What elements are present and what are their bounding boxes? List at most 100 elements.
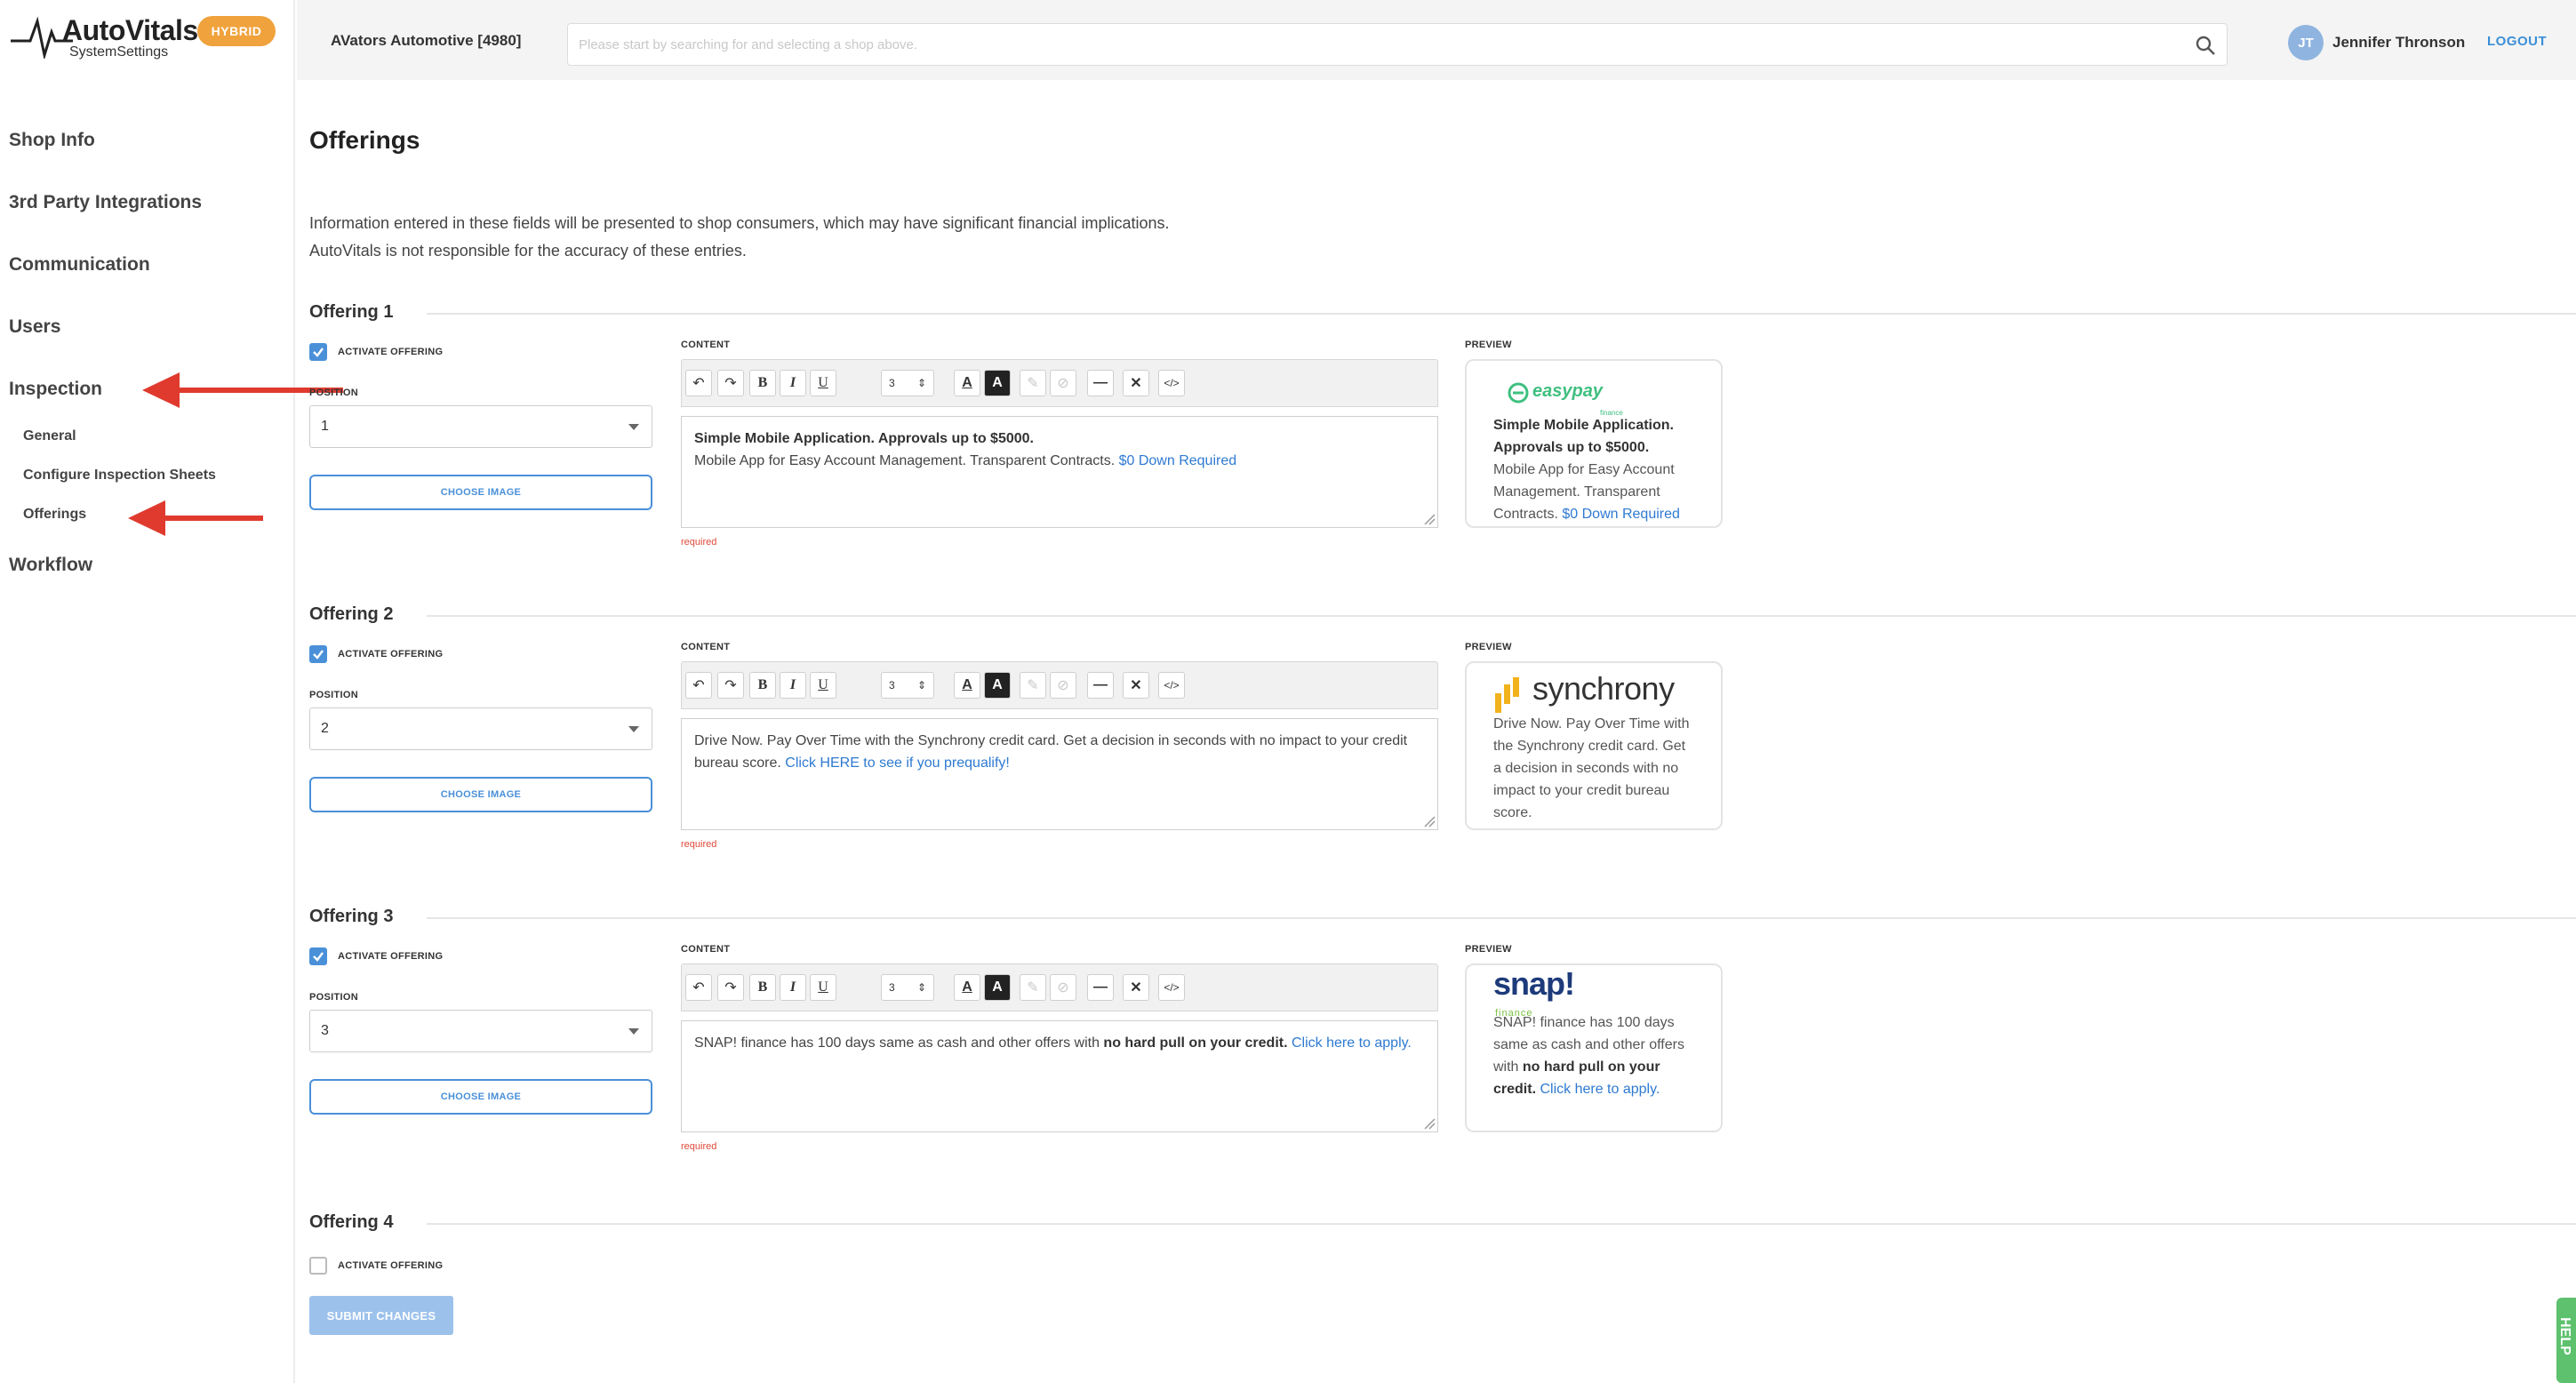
font-size-value: 3 (889, 377, 895, 389)
submit-changes-button[interactable]: SUBMIT CHANGES (309, 1296, 453, 1335)
code-view-icon[interactable]: </> (1158, 672, 1185, 699)
content-editor[interactable]: SNAP! finance has 100 days same as cash … (681, 1020, 1438, 1132)
content-editor[interactable]: Simple Mobile Application. Approvals up … (681, 416, 1438, 528)
hybrid-badge: HYBRID (197, 16, 276, 46)
redo-icon[interactable]: ↷ (717, 974, 744, 1001)
font-size-select[interactable]: 3 ⇕ (881, 672, 934, 699)
content-text: SNAP! finance has 100 days same as cash … (694, 1035, 1100, 1051)
position-value: 1 (321, 419, 329, 434)
underline-icon[interactable]: U (810, 370, 836, 396)
content-bold-text: Simple Mobile Application. Approvals up … (694, 431, 1034, 446)
check-icon (313, 952, 324, 962)
undo-icon[interactable]: ↶ (685, 672, 712, 699)
activate-offering-row: ACTIVATE OFFERING (309, 1257, 443, 1275)
sidebar-subitem-general[interactable]: General (23, 428, 76, 444)
background-color-icon[interactable]: A (984, 672, 1011, 699)
italic-icon[interactable]: I (780, 672, 806, 699)
synchrony-bars-icon (1495, 677, 1519, 713)
autovitals-logo[interactable]: AutoVitals SystemSettings HYBRID (11, 11, 277, 64)
search-icon[interactable] (2195, 35, 2216, 56)
activate-offering-checkbox[interactable] (309, 645, 327, 663)
background-color-icon[interactable]: A (984, 974, 1011, 1001)
main-content: Offerings Information entered in these f… (308, 80, 2576, 1383)
underline-icon[interactable]: U (810, 974, 836, 1001)
horizontal-rule-icon[interactable]: — (1087, 672, 1114, 699)
horizontal-rule-icon[interactable]: — (1087, 974, 1114, 1001)
unlink-icon[interactable]: ⊘ (1050, 370, 1076, 396)
disclaimer-line-1: Information entered in these fields will… (309, 214, 1170, 232)
position-select[interactable]: 3 (309, 1010, 652, 1052)
activate-offering-checkbox[interactable] (309, 1257, 327, 1275)
unlink-icon[interactable]: ⊘ (1050, 974, 1076, 1001)
easypay-logo: easypay finance (1493, 379, 1694, 417)
activate-offering-row: ACTIVATE OFFERING (309, 947, 443, 965)
font-color-icon[interactable]: A (954, 974, 980, 1001)
disclaimer-line-2: AutoVitals is not responsible for the ac… (309, 242, 747, 260)
font-color-icon[interactable]: A (954, 672, 980, 699)
font-color-icon[interactable]: A (954, 370, 980, 396)
sidebar-item-shop-info[interactable]: Shop Info (9, 130, 95, 151)
sidebar-subitem-offerings[interactable]: Offerings (23, 507, 86, 523)
activate-offering-label: ACTIVATE OFFERING (338, 649, 444, 660)
font-size-select[interactable]: 3 ⇕ (881, 974, 934, 1001)
resize-handle-icon[interactable] (1423, 815, 1436, 827)
unlink-icon[interactable]: ⊘ (1050, 672, 1076, 699)
link-icon[interactable]: ✎ (1020, 974, 1046, 1001)
bold-icon[interactable]: B (749, 974, 776, 1001)
italic-icon[interactable]: I (780, 370, 806, 396)
user-name[interactable]: Jennifer Thronson (2332, 34, 2465, 52)
shop-search-input[interactable] (568, 24, 2168, 65)
content-text: Mobile App for Easy Account Management. … (694, 453, 1116, 468)
link-icon[interactable]: ✎ (1020, 370, 1046, 396)
bold-icon[interactable]: B (749, 672, 776, 699)
position-select[interactable]: 1 (309, 405, 652, 448)
content-editor[interactable]: Drive Now. Pay Over Time with the Synchr… (681, 718, 1438, 830)
editor-toolbar: ↶ ↷ B I U 3 ⇕ A A ✎ ⊘ — ✕ </> (681, 661, 1438, 709)
font-size-select[interactable]: 3 ⇕ (881, 370, 934, 396)
chevron-down-icon (628, 1028, 639, 1035)
italic-icon[interactable]: I (780, 974, 806, 1001)
sidebar-item-workflow[interactable]: Workflow (9, 555, 92, 576)
annotation-arrow-offerings (128, 500, 263, 536)
redo-icon[interactable]: ↷ (717, 672, 744, 699)
code-view-icon[interactable]: </> (1158, 370, 1185, 396)
preview-link[interactable]: $0 Down Required (1562, 507, 1680, 522)
redo-icon[interactable]: ↷ (717, 370, 744, 396)
underline-icon[interactable]: U (810, 672, 836, 699)
horizontal-rule-icon[interactable]: — (1087, 370, 1114, 396)
sidebar-item-users[interactable]: Users (9, 316, 60, 338)
content-link[interactable]: Click HERE to see if you prequalify! (785, 755, 1010, 771)
content-link[interactable]: $0 Down Required (1119, 453, 1237, 468)
sidebar-item-3rd-party-integrations[interactable]: 3rd Party Integrations (9, 192, 202, 213)
link-icon[interactable]: ✎ (1020, 672, 1046, 699)
clear-format-icon[interactable]: ✕ (1123, 974, 1149, 1001)
choose-image-button[interactable]: CHOOSE IMAGE (309, 1079, 652, 1115)
preview-text: Drive Now. Pay Over Time with the Synchr… (1493, 716, 1690, 820)
preview-label: PREVIEW (1465, 340, 1512, 350)
preview-link[interactable]: Click here to apply. (1540, 1082, 1660, 1097)
clear-format-icon[interactable]: ✕ (1123, 672, 1149, 699)
user-avatar[interactable]: JT (2288, 25, 2324, 60)
content-link[interactable]: Click here to apply. (1292, 1035, 1412, 1051)
undo-icon[interactable]: ↶ (685, 974, 712, 1001)
sidebar-subitem-configure-inspection-sheets[interactable]: Configure Inspection Sheets (23, 468, 216, 484)
choose-image-button[interactable]: CHOOSE IMAGE (309, 777, 652, 812)
choose-image-button[interactable]: CHOOSE IMAGE (309, 475, 652, 510)
code-view-icon[interactable]: </> (1158, 974, 1185, 1001)
undo-icon[interactable]: ↶ (685, 370, 712, 396)
sidebar-item-inspection[interactable]: Inspection (9, 379, 102, 400)
sidebar-item-communication[interactable]: Communication (9, 254, 150, 276)
background-color-icon[interactable]: A (984, 370, 1011, 396)
clear-format-icon[interactable]: ✕ (1123, 370, 1149, 396)
bold-icon[interactable]: B (749, 370, 776, 396)
resize-handle-icon[interactable] (1423, 513, 1436, 525)
activate-offering-checkbox[interactable] (309, 947, 327, 965)
logo-wordmark: AutoVitals (62, 14, 198, 46)
offering-title: Offering 4 (309, 1212, 394, 1232)
activate-offering-checkbox[interactable] (309, 343, 327, 361)
position-select[interactable]: 2 (309, 707, 652, 750)
help-tab[interactable]: HELP (2556, 1298, 2576, 1383)
resize-handle-icon[interactable] (1423, 1117, 1436, 1130)
logout-link[interactable]: LOGOUT (2487, 34, 2547, 49)
content-label: CONTENT (681, 944, 731, 955)
